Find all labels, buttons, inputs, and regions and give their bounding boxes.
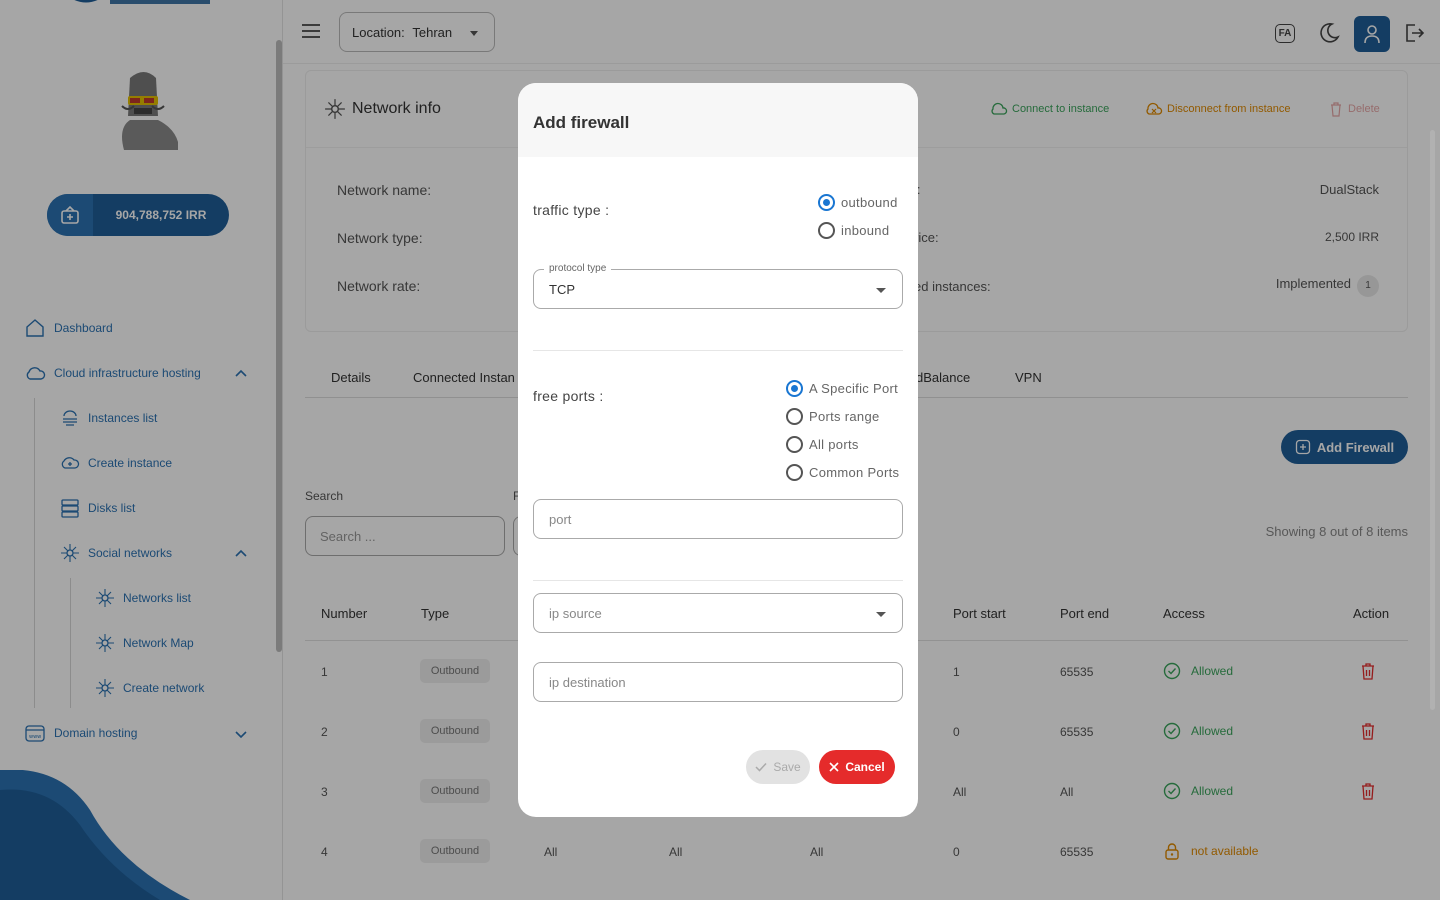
radio-unchecked-icon (786, 464, 803, 481)
ip-source-placeholder: ip source (549, 606, 602, 621)
radio-all-ports[interactable]: All ports (786, 436, 859, 453)
page-scrollbar[interactable] (1430, 130, 1435, 710)
protocol-value: TCP (549, 282, 575, 297)
field-legend: protocol type (544, 263, 612, 274)
save-button[interactable]: Save (746, 750, 810, 784)
cancel-button[interactable]: Cancel (819, 750, 895, 784)
check-icon (755, 762, 767, 772)
radio-label: Common Ports (809, 465, 900, 480)
radio-checked-icon (786, 380, 803, 397)
free-ports-label: free ports : (533, 388, 604, 404)
radio-checked-icon (818, 194, 835, 211)
radio-ports-range[interactable]: Ports range (786, 408, 880, 425)
radio-label: Ports range (809, 409, 880, 424)
close-icon (829, 762, 839, 772)
radio-unchecked-icon (818, 222, 835, 239)
caret-down-icon (876, 612, 886, 617)
add-firewall-dialog: Add firewall traffic type : outbound inb… (518, 83, 918, 817)
traffic-type-label: traffic type : (533, 202, 610, 218)
radio-unchecked-icon (786, 436, 803, 453)
radio-inbound[interactable]: inbound (818, 222, 889, 239)
dialog-title: Add firewall (518, 83, 918, 157)
protocol-type-select[interactable]: protocol type TCP (533, 263, 903, 309)
radio-outbound[interactable]: outbound (818, 194, 898, 211)
radio-unchecked-icon (786, 408, 803, 425)
caret-down-icon (876, 288, 886, 293)
radio-label: inbound (841, 223, 890, 238)
radio-common-ports[interactable]: Common Ports (786, 464, 899, 481)
port-input[interactable]: port (533, 499, 903, 539)
ip-destination-input[interactable]: ip destination (533, 662, 903, 702)
save-label: Save (773, 760, 801, 774)
radio-label: All ports (809, 437, 859, 452)
radio-specific-port[interactable]: A Specific Port (786, 380, 898, 397)
ip-source-select[interactable]: ip source (533, 593, 903, 633)
radio-label: A Specific Port (809, 381, 899, 396)
divider (533, 580, 903, 581)
divider (533, 350, 903, 351)
radio-label: outbound (841, 195, 898, 210)
cancel-label: Cancel (845, 760, 885, 774)
